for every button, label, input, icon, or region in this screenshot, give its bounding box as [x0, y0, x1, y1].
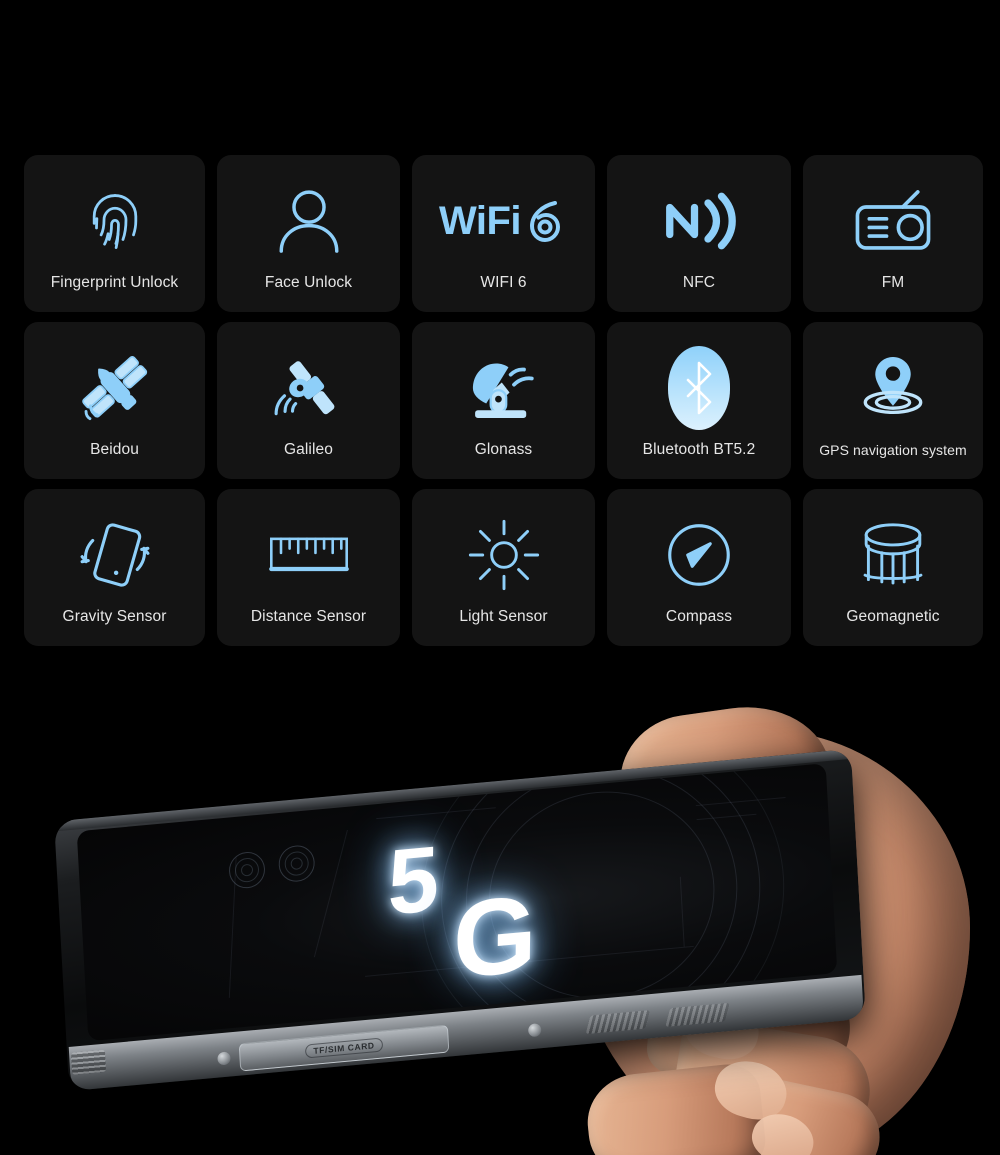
- wifi6-wordmark-icon: WiFi: [412, 181, 595, 261]
- sim-tray: TF/SIM CARD: [238, 1024, 450, 1072]
- nfc-icon: [607, 181, 791, 261]
- feature-tile-label: Distance Sensor: [250, 608, 367, 625]
- feature-tile-label: FM: [881, 274, 905, 291]
- feature-grid: Fingerprint Unlock Face Unlock WiFi WIFI…: [24, 155, 983, 646]
- camera-lens: [277, 843, 316, 884]
- vent-grille: [585, 1010, 651, 1035]
- bluetooth-blob: [668, 346, 730, 430]
- feature-tile-label: Galileo: [284, 441, 333, 458]
- ruler-icon: [217, 515, 400, 595]
- feature-tile-galileo[interactable]: Galileo: [217, 322, 400, 479]
- vent-grille: [665, 1002, 730, 1027]
- feature-tile-nfc[interactable]: NFC: [607, 155, 791, 312]
- screw: [527, 1023, 542, 1038]
- feature-tile-compass[interactable]: Compass: [607, 489, 791, 646]
- feature-tile-beidou[interactable]: Beidou: [24, 322, 205, 479]
- feature-tile-label: Beidou: [90, 441, 139, 458]
- sun-icon: [412, 515, 595, 595]
- feature-tile-gravity-sensor[interactable]: Gravity Sensor: [24, 489, 205, 646]
- feature-tile-label: Compass: [665, 608, 733, 625]
- feature-tile-fingerprint-unlock[interactable]: Fingerprint Unlock: [24, 155, 205, 312]
- feature-tile-fm[interactable]: FM: [803, 155, 983, 312]
- feature-tile-label: Geomagnetic: [846, 608, 940, 625]
- feature-tile-label: Glonass: [474, 441, 533, 458]
- feature-tile-label: NFC: [682, 274, 716, 291]
- fingerprint-icon: [24, 181, 205, 261]
- feature-tile-glonass[interactable]: Glonass: [412, 322, 595, 479]
- fm-radio-icon: [803, 181, 983, 261]
- feature-tile-light-sensor[interactable]: Light Sensor: [412, 489, 595, 646]
- face-unlock-icon: [217, 181, 400, 261]
- glyph-5: 5: [387, 827, 436, 935]
- feature-tile-face-unlock[interactable]: Face Unlock: [217, 155, 400, 312]
- screw: [217, 1051, 231, 1066]
- hud-line: [313, 829, 348, 958]
- geomagnetic-drum-icon: [803, 515, 983, 595]
- satellite-dish-icon: [412, 348, 595, 428]
- feature-tile-bluetooth[interactable]: Bluetooth BT5.2: [607, 322, 791, 479]
- satellite-beidou-icon: [24, 348, 205, 428]
- feature-tile-wifi6[interactable]: WiFi WIFI 6: [412, 155, 595, 312]
- feature-tile-label: Bluetooth BT5.2: [642, 441, 756, 458]
- feature-tile-gps[interactable]: GPS navigation system: [803, 322, 983, 479]
- bluetooth-icon: [607, 346, 791, 430]
- wifi-wordmark-text: WiFi: [438, 198, 522, 243]
- satellite-galileo-icon: [217, 348, 400, 428]
- feature-tile-label: WIFI 6: [480, 274, 527, 291]
- side-grip-notch: [71, 1049, 107, 1075]
- feature-tile-geomagnetic[interactable]: Geomagnetic: [803, 489, 983, 646]
- product-photo-hand-holding-phone: 5 G TF/SIM CARD: [0, 680, 1000, 1155]
- feature-tile-distance-sensor[interactable]: Distance Sensor: [217, 489, 400, 646]
- feature-tile-label: Fingerprint Unlock: [50, 274, 179, 291]
- feature-tile-label: Face Unlock: [264, 274, 353, 291]
- feature-tile-label: GPS navigation system: [819, 442, 967, 458]
- feature-tile-label: Light Sensor: [459, 608, 548, 625]
- glyph-g: G: [452, 872, 534, 1002]
- gravity-sensor-icon: [24, 515, 205, 595]
- gps-pin-icon: [803, 348, 983, 428]
- feature-tile-label: Gravity Sensor: [62, 608, 167, 625]
- sim-tray-label: TF/SIM CARD: [305, 1037, 383, 1059]
- five-g-glow-logo: 5 G: [377, 810, 636, 1012]
- compass-icon: [607, 515, 791, 595]
